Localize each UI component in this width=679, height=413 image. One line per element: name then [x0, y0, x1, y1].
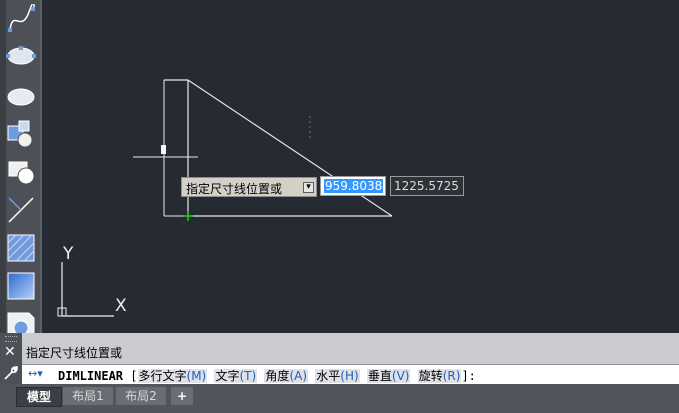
- command-input-line[interactable]: ↔▾ DIMLINEAR [多行文字(M) 文字(T) 角度(A) 水平(H) …: [22, 364, 679, 384]
- option-text[interactable]: 文字(T): [214, 369, 258, 383]
- ucs-x-label: X: [115, 296, 127, 316]
- create-block-icon[interactable]: [5, 156, 37, 188]
- insert-block-icon[interactable]: [5, 118, 37, 150]
- region-icon[interactable]: [5, 308, 37, 333]
- layout-tabs-bar: 模型 布局1 布局2 +: [0, 384, 679, 413]
- wrench-icon[interactable]: [3, 365, 19, 381]
- dynamic-prompt-text: 指定尺寸线位置或: [186, 182, 283, 196]
- tab-layout2[interactable]: 布局2: [116, 387, 166, 405]
- options-dropdown-icon[interactable]: ▾: [303, 182, 314, 193]
- option-mtext[interactable]: 多行文字(M): [137, 369, 208, 383]
- ucs-y-label: Y: [62, 244, 74, 264]
- dimension-value-input[interactable]: 959.8038: [320, 176, 386, 196]
- drawing-geometry: Y X: [57, 79, 393, 317]
- ellipse-arc-icon[interactable]: [5, 80, 37, 112]
- draw-toolbar: [0, 0, 42, 333]
- option-horizontal[interactable]: 水平(H): [315, 369, 360, 383]
- option-vertical[interactable]: 垂直(V): [366, 369, 411, 383]
- dimension-value-secondary: 1225.5725: [394, 179, 459, 193]
- ellipse-icon[interactable]: [5, 40, 37, 72]
- bracket-open: [: [130, 369, 138, 383]
- add-layout-button[interactable]: +: [171, 387, 193, 405]
- command-line-grip[interactable]: ✕: [0, 333, 22, 384]
- command-name: DIMLINEAR: [58, 369, 124, 383]
- dimlinear-icon[interactable]: ↔▾: [28, 367, 43, 380]
- command-line-panel: ✕ 指定尺寸线位置或 ↔▾ DIMLINEAR [多行文字(M) 文字(T) 角…: [0, 333, 679, 384]
- dynamic-input-prompt: 指定尺寸线位置或 ▾: [181, 177, 317, 197]
- command-text: DIMLINEAR [多行文字(M) 文字(T) 角度(A) 水平(H) 垂直(…: [58, 367, 476, 384]
- grip-dots: [5, 336, 17, 342]
- option-rotated[interactable]: 旋转(R): [417, 369, 462, 383]
- dimension-value-primary: 959.8038: [324, 179, 384, 193]
- point-icon[interactable]: [5, 194, 37, 226]
- spline-icon[interactable]: [5, 4, 37, 36]
- drawing-canvas[interactable]: Y X: [42, 0, 679, 333]
- close-icon[interactable]: ✕: [4, 344, 16, 360]
- command-history-line: 指定尺寸线位置或: [26, 346, 123, 360]
- dimension-value-secondary-input[interactable]: 1225.5725: [390, 176, 464, 196]
- tab-layout1[interactable]: 布局1: [63, 387, 113, 405]
- gradient-icon[interactable]: [5, 270, 37, 302]
- hatch-icon[interactable]: [5, 232, 37, 264]
- bracket-close: ]:: [461, 369, 476, 383]
- tab-model[interactable]: 模型: [16, 387, 62, 407]
- cursor-pickbox: [161, 145, 166, 154]
- option-angle[interactable]: 角度(A): [264, 369, 309, 383]
